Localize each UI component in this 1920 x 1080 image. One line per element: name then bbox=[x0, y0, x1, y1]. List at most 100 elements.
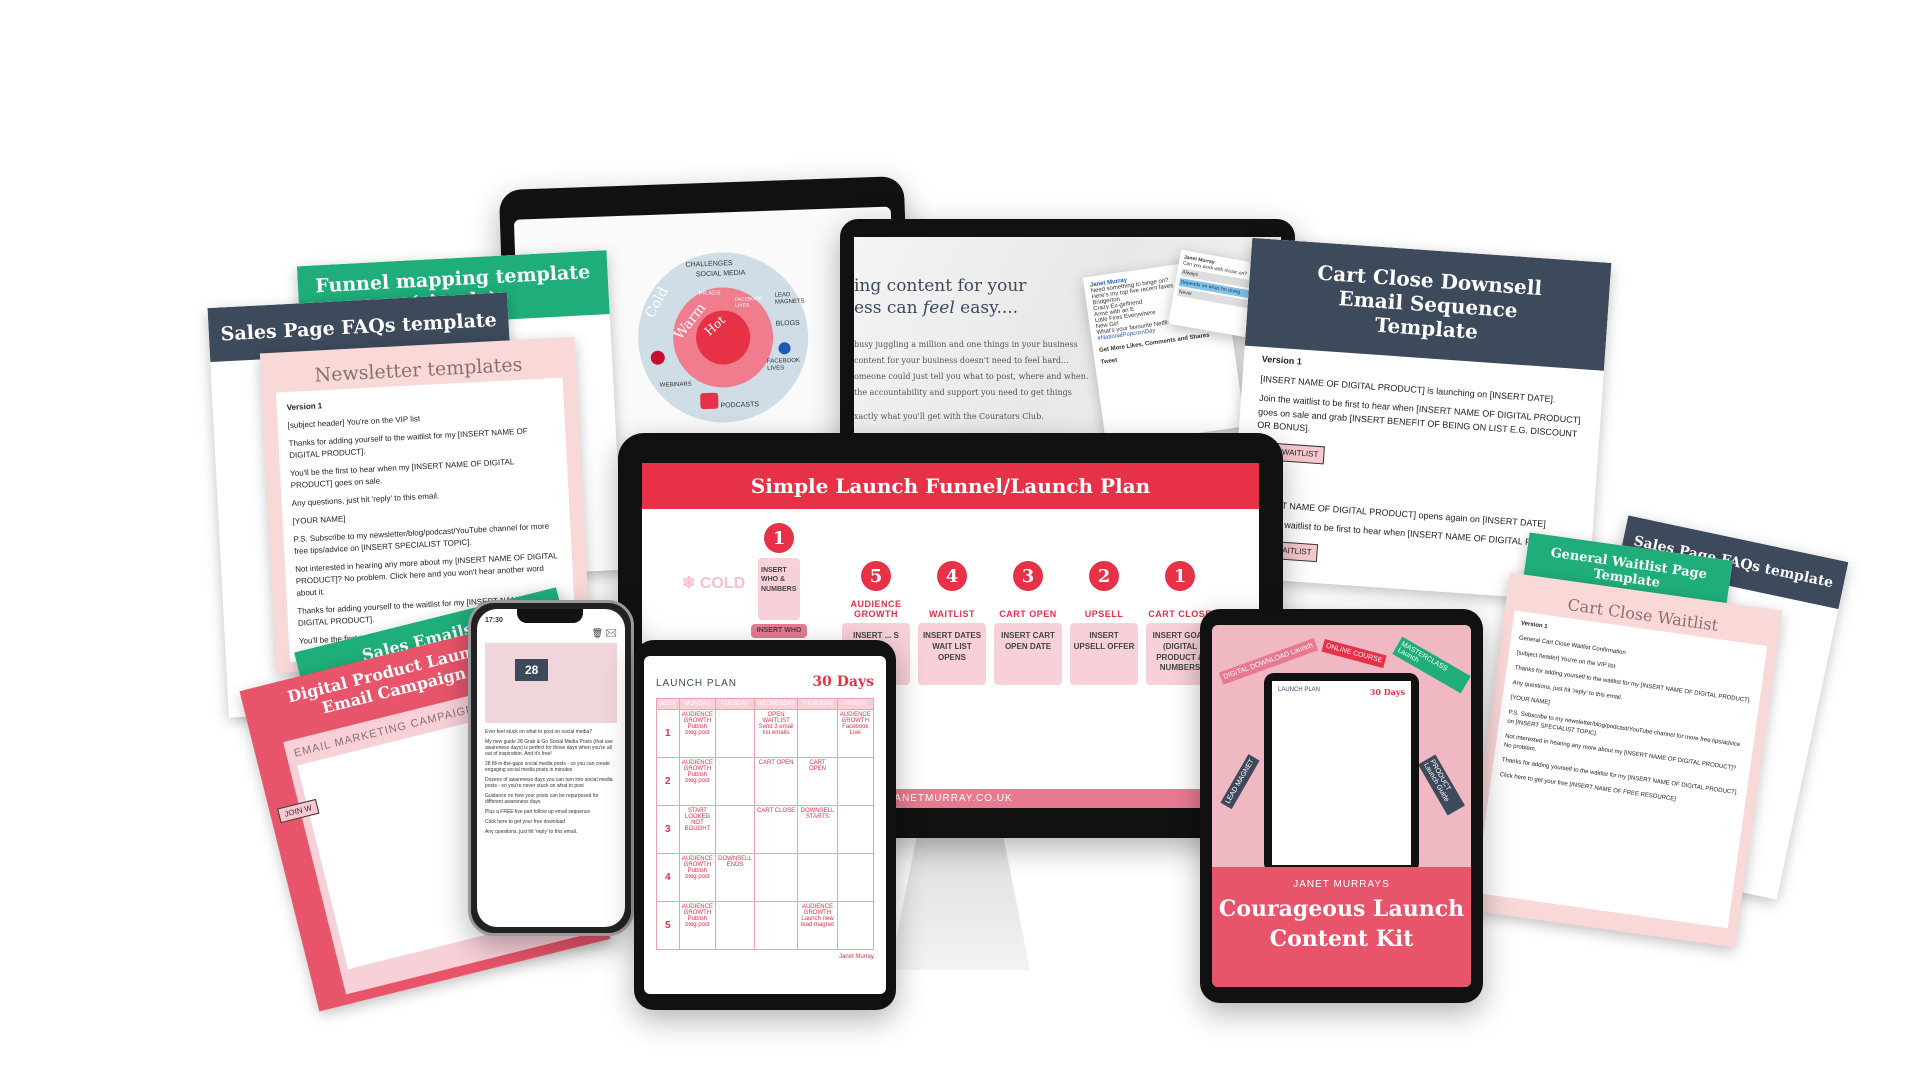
table-row: 3 START LOOKED NOT BOUGHT CART CLOSE DOWNSE… bbox=[656, 805, 874, 854]
headline-part: easy.... bbox=[954, 298, 1019, 319]
day-cell: DOWNSELL ENDS bbox=[715, 853, 755, 902]
email-line: Dozens of awareness days you can turn in… bbox=[485, 777, 613, 789]
body-line: xactly what you'll get with the Courator… bbox=[854, 412, 1044, 421]
who-box-warm: INSERT WHO bbox=[751, 624, 807, 639]
launch-plan-days: 30 Days bbox=[812, 674, 874, 690]
column-header: THURSDAY bbox=[797, 698, 838, 710]
day-cell: CART OPEN bbox=[797, 757, 838, 806]
step-label: AUDIENCE GROWTH bbox=[850, 599, 902, 619]
headline-part: ess can bbox=[854, 298, 923, 319]
inner-title: LAUNCH PLAN bbox=[1278, 687, 1321, 693]
marketing-wheel: CHALLENGES SOCIAL MEDIA PR ADS FACEBOOK … bbox=[635, 249, 812, 426]
column-header: MONDAY bbox=[678, 698, 717, 710]
wheel-label: SOCIAL MEDIA bbox=[695, 269, 746, 279]
day-cell: AUDIENCE GROWTH Launch new lead magnet bbox=[797, 901, 838, 950]
table-row: 5 AUDIENCE GROWTH Publish blog post AUDIEN… bbox=[656, 901, 874, 950]
funnel-title: Simple Launch Funnel/Launch Plan bbox=[642, 463, 1259, 509]
bg-product-label: LEAD MAGNET bbox=[1220, 753, 1260, 810]
trash-mail-icons[interactable]: 🗑 ✉ bbox=[485, 628, 617, 639]
pinterest-icon bbox=[650, 350, 666, 365]
body-line: Not interested in hearing any more about… bbox=[294, 551, 558, 598]
kit-brand: JANET MURRAYS bbox=[1293, 879, 1390, 890]
table-row: 1 AUDIENCE GROWTH Publish blog post OPEN W… bbox=[656, 709, 874, 758]
kit-title: Courageous Launch bbox=[1218, 896, 1465, 922]
email-line: Guidance on how your posts can be repurp… bbox=[485, 793, 599, 805]
day-cell: START LOOKED NOT BOUGHT bbox=[678, 805, 717, 854]
inner-launch-plan: LAUNCH PLAN 30 Days bbox=[1264, 673, 1419, 873]
body-line: content for your business doesn't need t… bbox=[854, 356, 1069, 365]
day-cell bbox=[715, 757, 755, 806]
headline-part: feel bbox=[922, 298, 955, 319]
day-cell: CART CLOSE bbox=[753, 805, 799, 854]
funnel-step: 2 UPSELL INSERT UPSELL OFFER bbox=[1070, 561, 1138, 685]
cart-close-waitlist-template: Cart Close Waitlist Version 1 General Ca… bbox=[1462, 572, 1783, 948]
cold-label: ❄ COLD bbox=[682, 575, 746, 592]
day-cell: OPEN WAITLIST Send 3 email list emails bbox=[753, 709, 799, 758]
phone-notch bbox=[517, 609, 583, 623]
cold-text: COLD bbox=[699, 575, 746, 592]
column-header: FRIDAY bbox=[836, 698, 874, 710]
day-cell bbox=[715, 805, 755, 854]
launch-plan-footer: Janet Murray bbox=[838, 954, 874, 960]
who-number: 1 bbox=[764, 523, 794, 553]
day-cell bbox=[753, 901, 799, 950]
day-cell: AUDIENCE GROWTH Publish blog post bbox=[678, 853, 717, 902]
week-cell: 4 bbox=[656, 853, 680, 902]
day-cell bbox=[715, 709, 755, 758]
wheel-label: PR ADS bbox=[698, 290, 721, 298]
week-cell: 5 bbox=[656, 901, 680, 950]
day-cell bbox=[715, 901, 755, 950]
column-header: WEDNESDAY bbox=[753, 698, 799, 710]
phone: 17:30 🗑 ✉ 28 Ever feel stuck on what to … bbox=[468, 600, 634, 936]
body-line: the accountability and support you need … bbox=[854, 388, 1072, 397]
headline-line: ess can feel easy.... bbox=[854, 297, 1026, 319]
monitor-stand bbox=[890, 830, 1030, 970]
launch-plan-tablet: LAUNCH PLAN 30 Days WEEK MONDAY TUESDAY WED… bbox=[634, 640, 896, 1010]
table-row: 4 AUDIENCE GROWTH Publish blog post DOWNSE… bbox=[656, 853, 874, 902]
hero-body: busy juggling a million and one things i… bbox=[854, 337, 1089, 425]
day-cell: DOWNSELL STARTS bbox=[797, 805, 838, 854]
hero-headline: ing content for your ess can feel easy..… bbox=[854, 275, 1026, 319]
week-cell: 2 bbox=[656, 757, 680, 806]
kit-banner: JANET MURRAYS Courageous Launch Content … bbox=[1212, 867, 1471, 987]
kit-tablet: DIGITAL DOWNLOAD Launch ONLINE COURSE MA… bbox=[1200, 609, 1483, 1003]
inner-days: 30 Days bbox=[1369, 687, 1405, 697]
column-header: TUESDAY bbox=[715, 698, 755, 710]
day-cell bbox=[836, 853, 874, 902]
wheel-label: WEBINARS bbox=[659, 381, 692, 389]
step-box: INSERT DATES WAIT LIST OPENS bbox=[918, 623, 986, 685]
day-cell bbox=[797, 853, 838, 902]
step-number: 1 bbox=[1165, 561, 1195, 591]
step-number: 5 bbox=[861, 561, 891, 591]
phone-time: 17:30 bbox=[485, 617, 503, 624]
email-link[interactable]: Click here to get your free download bbox=[485, 819, 617, 825]
facebook-icon bbox=[778, 342, 791, 355]
youtube-icon bbox=[700, 392, 719, 410]
email-line: 28 fill-in-the-gaps social media posts -… bbox=[485, 761, 610, 773]
who-box: INSERT WHO & NUMBERS bbox=[758, 558, 800, 620]
promo-image: 28 bbox=[485, 643, 617, 723]
day-cell: AUDIENCE GROWTH Publish blog post bbox=[678, 901, 717, 950]
email-line: Ever feel stuck on what to post on socia… bbox=[485, 729, 593, 735]
wheel-label: BLOGS bbox=[775, 319, 800, 328]
email-line: My new guide 28 Grab & Go Social Media P… bbox=[485, 739, 613, 757]
step-label: CART OPEN bbox=[999, 609, 1057, 619]
body-line: omeone could just tell you what to post,… bbox=[854, 372, 1089, 381]
column-header: WEEK bbox=[656, 698, 680, 710]
day-cell: AUDIENCE GROWTH Facebook Live bbox=[836, 709, 874, 758]
day-cell: CART OPEN bbox=[753, 757, 799, 806]
kit-title: Content Kit bbox=[1269, 926, 1414, 952]
day-cell: AUDIENCE GROWTH Publish blog post bbox=[678, 709, 717, 758]
bg-product-label: PRODUCT Launch Guide bbox=[1418, 754, 1465, 816]
wheel-label: LEAD MAGNETS bbox=[774, 292, 805, 306]
top-monitor: ing content for your ess can feel easy..… bbox=[840, 219, 1295, 459]
week-cell: 1 bbox=[656, 709, 680, 758]
launch-plan-table: WEEK MONDAY TUESDAY WEDNESDAY THURSDAY FRIDAY… bbox=[656, 698, 874, 950]
step-label: WAITLIST bbox=[929, 609, 975, 619]
funnel-step: 4 WAITLIST INSERT DATES WAIT LIST OPENS bbox=[918, 561, 986, 685]
funnel-step: 3 CART OPEN INSERT CART OPEN DATE bbox=[994, 561, 1062, 685]
wheel-label: PODCASTS bbox=[720, 401, 760, 410]
day-cell bbox=[753, 853, 799, 902]
day-cell: AUDIENCE GROWTH Publish blog post bbox=[678, 757, 717, 806]
week-cell: 3 bbox=[656, 805, 680, 854]
